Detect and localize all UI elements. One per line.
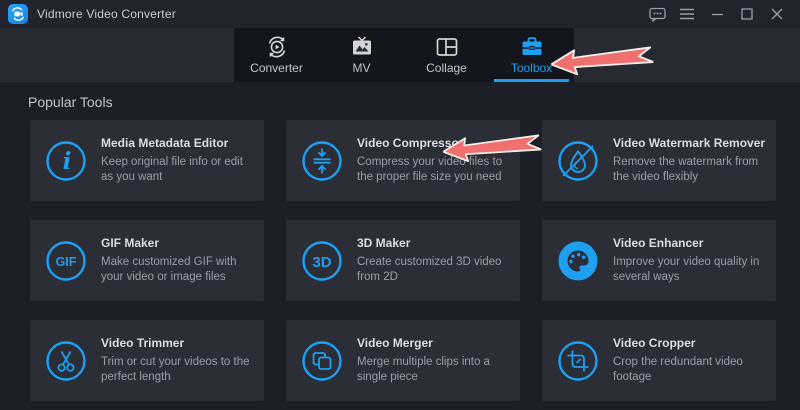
window-controls <box>642 1 800 27</box>
tool-title: 3D Maker <box>357 236 510 250</box>
toolbox-icon <box>520 35 544 59</box>
tab-converter[interactable]: Converter <box>234 28 319 82</box>
card-3d-maker[interactable]: 3D 3D Maker Create customized 3D video f… <box>286 220 520 301</box>
card-video-compressor[interactable]: Video Compressor Compress your video fil… <box>286 120 520 201</box>
tool-title: Video Cropper <box>613 336 766 350</box>
toolbox-content: Popular Tools i Media Metadata Editor Ke… <box>0 82 800 410</box>
tool-description: Create customized 3D video from 2D <box>357 255 510 285</box>
tool-title: Media Metadata Editor <box>101 136 254 150</box>
converter-icon <box>265 35 289 59</box>
3d-icon: 3D <box>300 239 344 283</box>
tool-title: Video Merger <box>357 336 510 350</box>
card-video-trimmer[interactable]: Video Trimmer Trim or cut your videos to… <box>30 320 264 401</box>
maximize-icon[interactable] <box>732 1 762 27</box>
card-video-watermark-remover[interactable]: Video Watermark Remover Remove the water… <box>542 120 776 201</box>
card-media-metadata-editor[interactable]: i Media Metadata Editor Keep original fi… <box>30 120 264 201</box>
tab-label: Toolbox <box>511 61 552 75</box>
tool-title: Video Compressor <box>357 136 510 150</box>
tab-toolbox[interactable]: Toolbox <box>489 28 574 82</box>
tool-description: Improve your video quality in several wa… <box>613 255 766 285</box>
hamburger-icon[interactable] <box>672 1 702 27</box>
tools-grid: i Media Metadata Editor Keep original fi… <box>30 120 776 401</box>
svg-text:GIF: GIF <box>56 255 77 269</box>
scissors-icon <box>44 339 88 383</box>
tool-description: Remove the watermark from the video flex… <box>613 155 766 185</box>
merge-icon <box>300 339 344 383</box>
tool-description: Crop the redundant video footage <box>613 355 766 385</box>
tool-title: Video Watermark Remover <box>613 136 766 150</box>
tool-description: Make customized GIF with your video or i… <box>101 255 254 285</box>
collage-icon <box>435 35 459 59</box>
gif-icon: GIF <box>44 239 88 283</box>
tool-description: Keep original file info or edit as you w… <box>101 155 254 185</box>
tool-title: GIF Maker <box>101 236 254 250</box>
tab-label: MV <box>353 61 371 75</box>
title-bar: Vidmore Video Converter <box>0 0 800 28</box>
card-video-merger[interactable]: Video Merger Merge multiple clips into a… <box>286 320 520 401</box>
info-icon: i <box>44 139 88 183</box>
comment-dots-icon[interactable] <box>642 1 672 27</box>
popular-tools-heading: Popular Tools <box>28 94 113 110</box>
svg-text:3D: 3D <box>312 254 331 271</box>
vidmore-logo-icon <box>8 4 28 24</box>
card-gif-maker[interactable]: GIF GIF Maker Make customized GIF with y… <box>30 220 264 301</box>
tool-description: Trim or cut your videos to the perfect l… <box>101 355 254 385</box>
crop-icon <box>556 339 600 383</box>
tab-label: Collage <box>426 61 467 75</box>
tool-title: Video Trimmer <box>101 336 254 350</box>
watermark-drop-icon <box>556 139 600 183</box>
tool-description: Merge multiple clips into a single piece <box>357 355 510 385</box>
mv-tv-icon <box>350 35 374 59</box>
close-icon[interactable] <box>762 1 792 27</box>
app-title: Vidmore Video Converter <box>37 7 176 21</box>
tool-title: Video Enhancer <box>613 236 766 250</box>
compress-icon <box>300 139 344 183</box>
tool-description: Compress your video files to the proper … <box>357 155 510 185</box>
tab-label: Converter <box>250 61 303 75</box>
nav-band: Converter MV <box>0 28 800 82</box>
minimize-icon[interactable] <box>702 1 732 27</box>
main-tabs: Converter MV <box>234 28 574 82</box>
tab-collage[interactable]: Collage <box>404 28 489 82</box>
palette-icon <box>556 239 600 283</box>
tab-mv[interactable]: MV <box>319 28 404 82</box>
svg-text:i: i <box>63 148 72 175</box>
vidmore-app-window: Vidmore Video Converter <box>0 0 800 410</box>
card-video-enhancer[interactable]: Video Enhancer Improve your video qualit… <box>542 220 776 301</box>
card-video-cropper[interactable]: Video Cropper Crop the redundant video f… <box>542 320 776 401</box>
